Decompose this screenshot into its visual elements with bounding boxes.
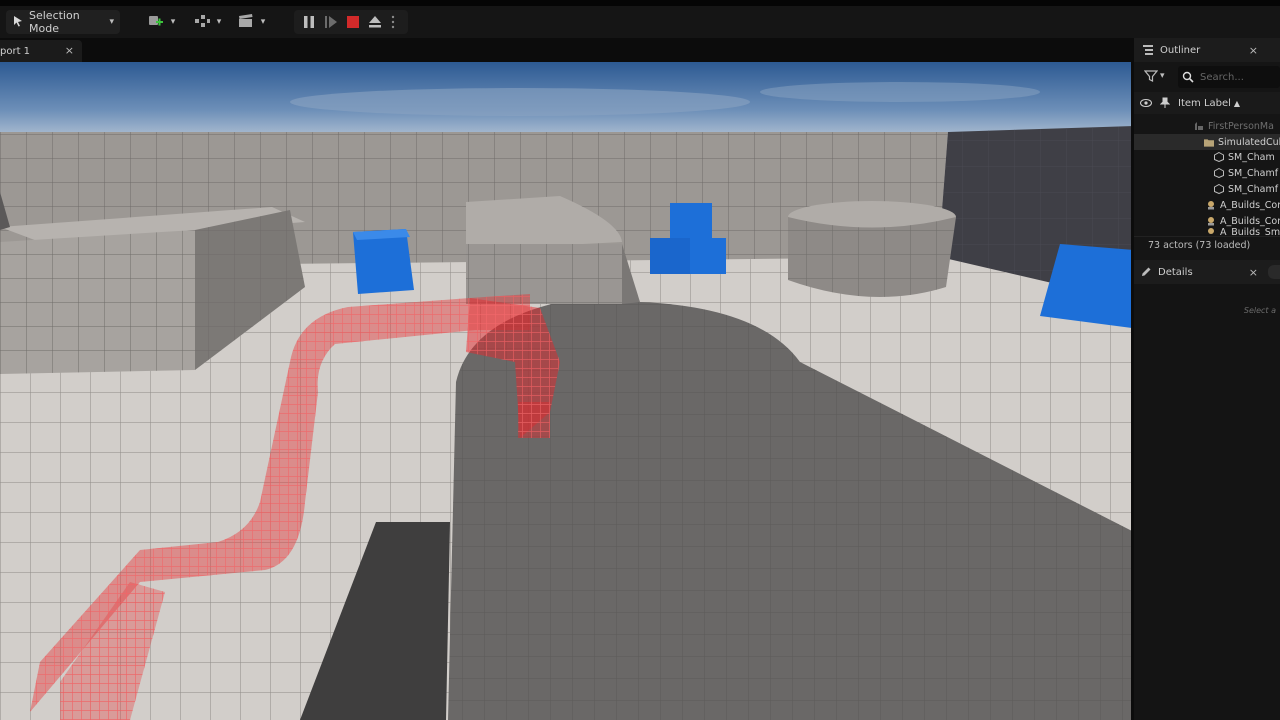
pencil-icon	[1142, 267, 1151, 276]
add-actor-icon	[147, 13, 165, 32]
tree-row-actor[interactable]: A_Builds_Cor	[1134, 197, 1280, 213]
blue-cube	[670, 203, 712, 241]
more-icon	[391, 15, 395, 29]
level-icon	[1194, 121, 1204, 131]
filter-icon	[1144, 70, 1158, 82]
folder-icon	[1204, 137, 1214, 147]
item-label-column: Item Label	[1178, 97, 1231, 109]
outliner-header: Outliner ×	[1134, 38, 1280, 62]
cloud	[290, 88, 750, 116]
outliner-icon	[1143, 45, 1153, 55]
chevron-down-icon: ▾	[170, 17, 176, 27]
details-hint: Select a	[1243, 306, 1276, 315]
chevron-down-icon: ▾	[216, 17, 222, 27]
tree-row-label: A_Builds_Cor	[1220, 199, 1280, 211]
outliner-search-row: ▾ Search...	[1134, 66, 1280, 88]
filter-button[interactable]: ▾	[1144, 69, 1165, 83]
add-actor-button[interactable]: ▾	[144, 10, 178, 34]
play-controls	[294, 10, 408, 34]
chevron-down-icon: ▾	[1160, 71, 1165, 81]
close-icon[interactable]: ×	[65, 44, 74, 57]
eye-icon[interactable]	[1140, 98, 1152, 108]
eject-icon	[369, 16, 381, 28]
cinematics-icon	[237, 13, 255, 32]
step-button[interactable]	[320, 10, 342, 34]
chevron-down-icon: ▾	[109, 17, 114, 27]
main-toolbar: Selection Mode ▾ ▾ ▾ ▾	[0, 6, 1280, 38]
search-placeholder: Search...	[1200, 71, 1244, 83]
static-mesh-icon	[1214, 168, 1224, 178]
tree-row-mesh[interactable]: SM_Cham	[1134, 149, 1280, 165]
level-viewport[interactable]	[0, 62, 1134, 720]
details-header: Details ×	[1134, 260, 1280, 284]
tree-row-label: SM_Chamf	[1228, 167, 1279, 179]
tree-row-label: SimulatedCub	[1218, 136, 1280, 148]
static-mesh-icon	[1214, 184, 1224, 194]
outliner-tree: FirstPersonMa SimulatedCub SM_Cham SM_Ch…	[1134, 116, 1280, 236]
outliner-column-header[interactable]: Item Label ▲	[1134, 92, 1280, 114]
selection-mode-label: Selection Mode	[29, 9, 80, 35]
world-settings-icon[interactable]	[1268, 265, 1280, 279]
tree-row-mesh[interactable]: SM_Chamf	[1134, 165, 1280, 181]
viewport-tab[interactable]: port 1 ×	[0, 40, 82, 62]
blue-cube	[650, 238, 690, 274]
tree-row-label: A_Builds_Sm	[1220, 227, 1280, 236]
snap-button[interactable]: ▾	[190, 10, 224, 34]
details-title: Details	[1158, 266, 1193, 278]
outliner-title: Outliner	[1160, 44, 1201, 56]
more-options-button[interactable]	[386, 10, 400, 34]
tree-row-label: SM_Chamf	[1228, 183, 1279, 195]
close-icon[interactable]: ×	[1249, 266, 1258, 279]
center-block-front-grid	[466, 244, 622, 304]
selection-mode-button[interactable]: Selection Mode ▾	[6, 9, 120, 35]
outliner-status: 73 actors (73 loaded)	[1134, 236, 1280, 254]
viewport-scene	[0, 62, 1134, 720]
static-mesh-icon	[1214, 152, 1224, 162]
tree-row-folder[interactable]: SimulatedCub	[1134, 134, 1280, 150]
cinematics-button[interactable]: ▾	[234, 10, 268, 34]
cloud	[760, 82, 1040, 102]
tree-row-mesh[interactable]: SM_Chamf	[1134, 181, 1280, 197]
block-left-front-grid	[0, 230, 195, 374]
viewport-tabbar: port 1 ×	[0, 38, 1134, 62]
actor-icon	[1206, 227, 1216, 236]
eject-button[interactable]	[364, 10, 386, 34]
cylinder-body-grid	[788, 217, 956, 297]
details-body: Select a	[1134, 284, 1280, 720]
tree-row-actor[interactable]: A_Builds_Sm	[1134, 227, 1280, 236]
chevron-down-icon: ▾	[260, 17, 266, 27]
outliner-search-input[interactable]: Search...	[1178, 66, 1280, 88]
actor-icon	[1206, 216, 1216, 226]
pin-icon[interactable]	[1160, 97, 1170, 109]
blue-cube	[690, 238, 726, 274]
tree-row-label: FirstPersonMa	[1208, 120, 1274, 132]
tree-row-level[interactable]: FirstPersonMa	[1134, 118, 1280, 134]
right-panel: Outliner × ▾ Search... Item Label ▲ Firs…	[1134, 38, 1280, 720]
snap-icon	[193, 13, 211, 32]
tree-row-label: SM_Cham	[1228, 151, 1275, 163]
stop-icon	[347, 16, 359, 28]
viewport-tab-label: port 1	[0, 45, 31, 57]
pause-button[interactable]	[298, 10, 320, 34]
step-icon	[325, 16, 337, 28]
actor-icon	[1206, 200, 1216, 210]
close-icon[interactable]: ×	[1249, 44, 1258, 57]
stop-button[interactable]	[342, 10, 364, 34]
sort-arrow-icon: ▲	[1233, 98, 1241, 108]
tree-row-label: A_Builds_Cor	[1220, 215, 1280, 227]
search-icon	[1182, 71, 1194, 83]
pause-icon	[304, 16, 314, 28]
mode-icon	[12, 15, 24, 30]
